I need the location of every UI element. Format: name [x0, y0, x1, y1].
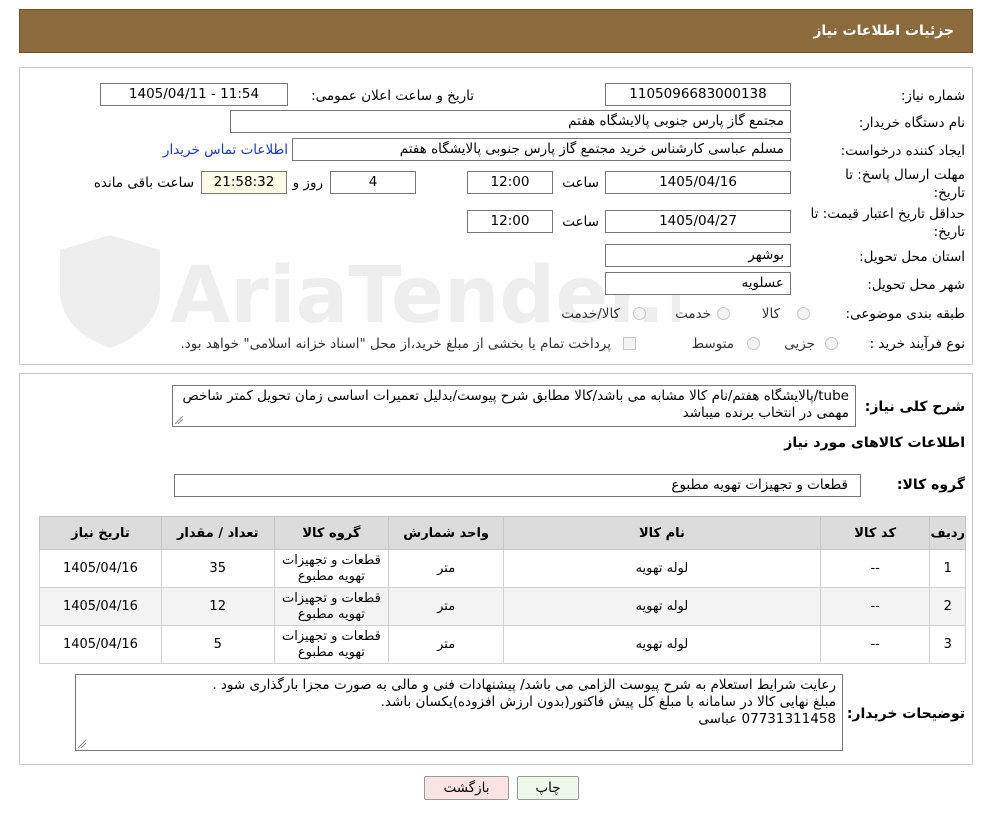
- cell-item-code: --: [819, 587, 931, 626]
- col-header-row-number: ردیف: [929, 516, 966, 550]
- cell-item-code: --: [819, 549, 931, 588]
- cell-need-date: 1405/04/16: [39, 587, 162, 626]
- buyer-org-label: نام دستگاه خریدار:: [858, 115, 965, 131]
- category-option-service: خدمت: [675, 306, 711, 322]
- cell-item-code: --: [819, 625, 931, 664]
- cell-quantity: 5: [160, 625, 275, 664]
- cell-goods-group: قطعات و تجهیزات تهویه مطبوع: [273, 625, 390, 664]
- cell-quantity: 35: [160, 549, 275, 588]
- cell-need-date: 1405/04/16: [39, 549, 162, 588]
- announce-datetime-label: تاریخ و ساعت اعلان عمومی:: [311, 88, 474, 104]
- buyer-notes-label: توضیحات خریدار:: [846, 706, 965, 722]
- cell-goods-group: قطعات و تجهیزات تهویه مطبوع: [273, 549, 390, 588]
- remaining-time-field: 21:58:32: [201, 171, 287, 194]
- reply-deadline-time: 12:00: [467, 171, 553, 194]
- goods-group-field: قطعات و تجهیزات تهویه مطبوع: [174, 474, 861, 497]
- cell-row-number: 3: [929, 625, 966, 664]
- cell-goods-group: قطعات و تجهیزات تهویه مطبوع: [273, 587, 390, 626]
- col-header-item-name: نام کالا: [503, 516, 821, 550]
- city-label: شهر محل تحویل:: [867, 277, 965, 293]
- summary-textarea[interactable]: tube/پالایشگاه هفتم/نام کالا مشابه می با…: [172, 385, 856, 427]
- col-header-unit: واحد شمارش: [388, 516, 504, 550]
- col-header-item-code: کد کالا: [819, 516, 931, 550]
- reply-deadline-date: 1405/04/16: [605, 171, 791, 194]
- table-header-row: ردیف کد کالا نام کالا واحد شمارش گروه کا…: [39, 516, 966, 550]
- category-option-goods-service: کالا/خدمت: [561, 306, 620, 322]
- col-header-goods-group: گروه کالا: [273, 516, 390, 550]
- items-table: ردیف کد کالا نام کالا واحد شمارش گروه کا…: [39, 516, 966, 664]
- category-radio-service[interactable]: [717, 307, 730, 320]
- category-option-goods: کالا: [761, 306, 780, 322]
- cell-need-date: 1405/04/16: [39, 625, 162, 664]
- cell-unit: متر: [388, 549, 504, 588]
- price-validity-time-label: ساعت: [562, 214, 599, 230]
- back-button[interactable]: بازگشت: [424, 776, 509, 800]
- summary-label: شرح کلی نیاز:: [864, 399, 965, 415]
- category-radio-goods-service[interactable]: [633, 307, 646, 320]
- need-number-field: 1105096683000138: [605, 83, 791, 106]
- price-validity-label: حداقل تاریخ اعتبار قیمت: تا تاریخ:: [810, 206, 965, 240]
- province-label: استان محل تحویل:: [859, 249, 965, 265]
- resize-handle-icon[interactable]: [78, 740, 86, 748]
- need-number-label: شماره نیاز:: [900, 88, 965, 104]
- process-option-minor: جزیی: [784, 336, 815, 352]
- remaining-time-label: ساعت باقی مانده: [93, 175, 194, 191]
- cell-item-name: لوله تهویه: [503, 587, 821, 626]
- announce-datetime-field: 1405/04/11 - 11:54: [100, 83, 288, 106]
- process-radio-minor[interactable]: [825, 337, 838, 350]
- page-title: جزئیات اطلاعات نیاز: [19, 9, 973, 53]
- goods-info-title: اطلاعات کالاهای مورد نیاز: [784, 435, 965, 451]
- buyer-org-field: مجتمع گاز پارس جنوبی پالایشگاه هفتم: [230, 110, 791, 133]
- requester-field: مسلم عباسی کارشناس خرید مجتمع گاز پارس ج…: [292, 138, 791, 161]
- process-radio-medium[interactable]: [747, 337, 760, 350]
- city-field: عسلویه: [605, 272, 791, 295]
- price-validity-time: 12:00: [467, 210, 553, 233]
- buyer-notes-line: مبلغ نهایی کالا در سامانه با مبلغ کل پیش…: [380, 694, 836, 710]
- process-option-medium: متوسط: [691, 336, 734, 352]
- reply-deadline-label: مهلت ارسال پاسخ: تا تاریخ:: [845, 167, 965, 201]
- cell-quantity: 12: [160, 587, 275, 626]
- table-row: 3 -- لوله تهویه متر قطعات و تجهیزات تهوی…: [39, 625, 966, 664]
- cell-unit: متر: [388, 587, 504, 626]
- col-header-need-date: تاریخ نیاز: [39, 516, 162, 550]
- table-row: 2 -- لوله تهویه متر قطعات و تجهیزات تهوی…: [39, 587, 966, 626]
- col-header-quantity: تعداد / مقدار: [160, 516, 275, 550]
- buyer-notes-textarea[interactable]: رعایت شرایط استعلام به شرح پیوست الزامی …: [75, 674, 843, 751]
- days-label: روز و: [292, 175, 323, 191]
- cell-item-name: لوله تهویه: [503, 549, 821, 588]
- province-field: بوشهر: [605, 244, 791, 267]
- cell-row-number: 1: [929, 549, 966, 588]
- resize-handle-icon[interactable]: [175, 416, 183, 424]
- cell-item-name: لوله تهویه: [503, 625, 821, 664]
- price-validity-date: 1405/04/27: [605, 210, 791, 233]
- reply-days-field: 4: [330, 171, 416, 194]
- goods-group-label: گروه کالا:: [896, 477, 965, 493]
- buyer-notes-line: رعایت شرایط استعلام به شرح پیوست الزامی …: [212, 677, 836, 693]
- summary-text: tube/پالایشگاه هفتم/نام کالا مشابه می با…: [182, 388, 849, 421]
- treasury-payment-checkbox[interactable]: [623, 337, 636, 350]
- requester-label: ایجاد کننده درخواست:: [840, 143, 965, 159]
- cell-unit: متر: [388, 625, 504, 664]
- table-row: 1 -- لوله تهویه متر قطعات و تجهیزات تهوی…: [39, 549, 966, 588]
- process-type-label: نوع فرآیند خرید :: [869, 336, 965, 352]
- category-radio-goods[interactable]: [797, 307, 810, 320]
- buyer-notes-line: 07731311458 عباسی: [698, 711, 836, 727]
- category-label: طبقه بندی موضوعی:: [845, 306, 965, 322]
- treasury-payment-note: پرداخت تمام یا بخشی از مبلغ خرید،از محل …: [180, 336, 611, 352]
- cell-row-number: 2: [929, 587, 966, 626]
- reply-deadline-time-label: ساعت: [562, 175, 599, 191]
- print-button[interactable]: چاپ: [517, 776, 579, 800]
- buyer-contact-link[interactable]: اطلاعات تماس خریدار: [163, 142, 288, 158]
